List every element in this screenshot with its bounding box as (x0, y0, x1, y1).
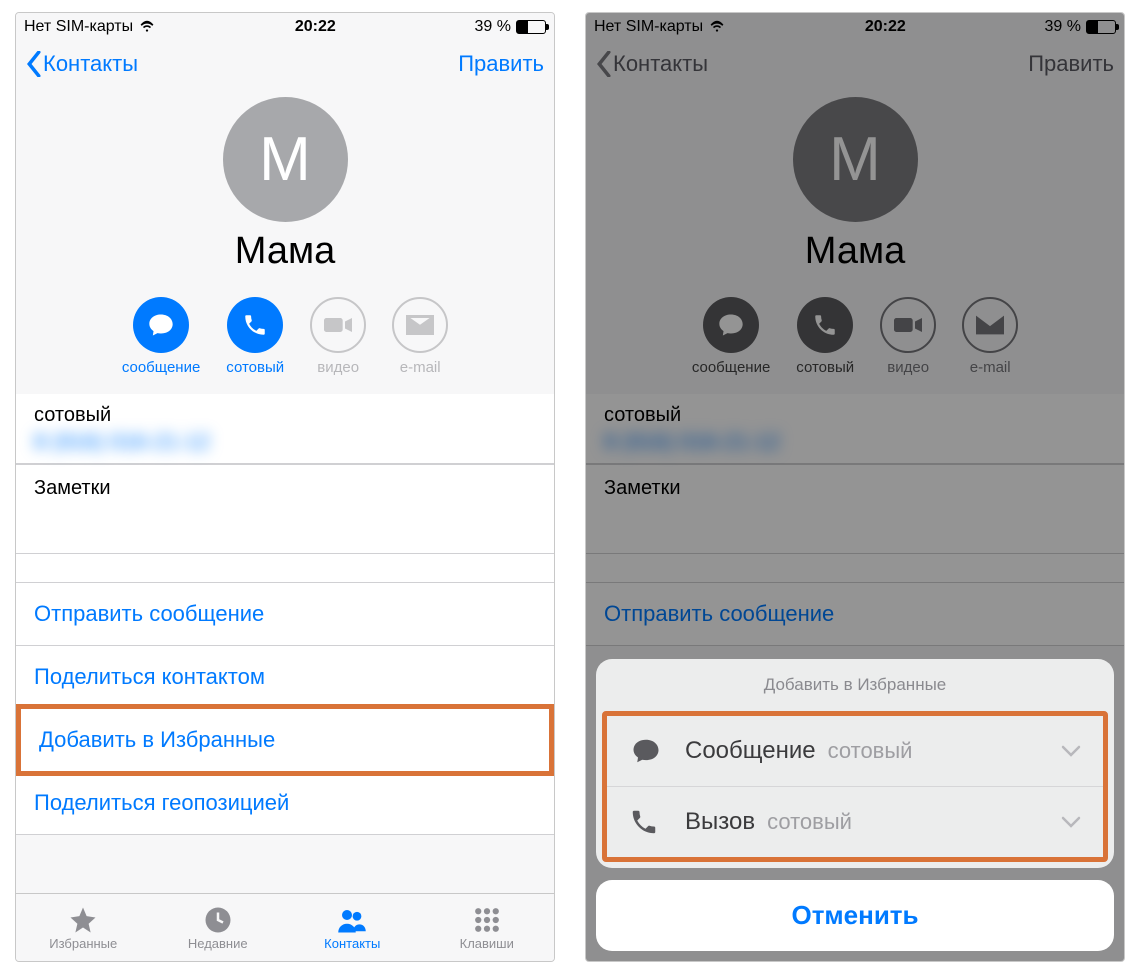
action-message-label: сообщение (122, 359, 200, 376)
message-icon (147, 311, 175, 339)
contacts-icon (337, 905, 367, 935)
contact-name: Мама (16, 230, 554, 273)
highlight-sheet-options: Сообщение сотовый Вызов сотовый (602, 711, 1108, 862)
sheet-call-sub: сотовый (767, 809, 852, 835)
tab-favorites-label: Избранные (49, 936, 117, 951)
message-icon (629, 736, 663, 766)
tab-contacts-label: Контакты (324, 936, 380, 951)
action-message[interactable]: сообщение (122, 297, 200, 376)
tab-keypad[interactable]: Клавиши (420, 894, 555, 961)
action-video[interactable]: видео (310, 297, 366, 376)
notes-label: Заметки (34, 477, 536, 500)
edit-button[interactable]: Править (458, 51, 544, 77)
sheet-panel: Добавить в Избранные Сообщение сотовый В… (596, 659, 1114, 868)
contact-header: М Мама (16, 87, 554, 277)
nav-bar: Контакты Править (16, 41, 554, 87)
tab-keypad-label: Клавиши (460, 936, 514, 951)
status-bar: Нет SIM-карты 20:22 39 % (16, 13, 554, 41)
notes-row[interactable]: Заметки (16, 464, 554, 554)
share-location-link[interactable]: Поделиться геопозицией (16, 771, 554, 835)
battery-percent: 39 % (475, 18, 511, 36)
tab-recents[interactable]: Недавние (151, 894, 286, 961)
action-email-label: e-mail (400, 359, 441, 376)
tab-contacts[interactable]: Контакты (285, 894, 420, 961)
sheet-cancel-button[interactable]: Отменить (596, 880, 1114, 951)
detail-list: сотовый 8 (916) 016-21-12 Заметки Отправ… (16, 394, 554, 835)
chevron-down-icon (1061, 744, 1081, 758)
star-icon (68, 905, 98, 935)
chevron-down-icon (1061, 815, 1081, 829)
sheet-message-label: Сообщение (685, 737, 816, 765)
phone-screenshot-left: Нет SIM-карты 20:22 39 % Контакты Правит… (15, 12, 555, 962)
tab-favorites[interactable]: Избранные (16, 894, 151, 961)
highlight-add-favorite: Добавить в Избранные (16, 704, 554, 776)
action-call[interactable]: сотовый (226, 297, 284, 376)
action-row: сообщение сотовый видео e-mail (16, 277, 554, 394)
battery-icon (516, 20, 546, 34)
phone-label: сотовый (34, 404, 536, 427)
action-email[interactable]: e-mail (392, 297, 448, 376)
add-favorite-link[interactable]: Добавить в Избранные (21, 709, 549, 771)
phone-screenshot-right: Нет SIM-карты 20:22 39 % Контакты Правит… (585, 12, 1125, 962)
share-contact-link[interactable]: Поделиться контактом (16, 646, 554, 709)
video-icon (324, 315, 352, 335)
sheet-message-sub: сотовый (828, 738, 913, 764)
sheet-option-call[interactable]: Вызов сотовый (607, 786, 1103, 857)
wifi-icon (138, 20, 156, 34)
back-button[interactable]: Контакты (26, 51, 138, 77)
sheet-call-label: Вызов (685, 808, 755, 836)
clock-icon (203, 905, 233, 935)
sheet-title: Добавить в Избранные (596, 659, 1114, 711)
phone-icon (242, 312, 268, 338)
phone-row[interactable]: сотовый 8 (916) 016-21-12 (16, 394, 554, 464)
keypad-icon (472, 905, 502, 935)
tab-bar: Избранные Недавние Контакты Клавиши (16, 893, 554, 961)
avatar: М (223, 97, 348, 222)
email-icon (406, 315, 434, 335)
chevron-left-icon (26, 51, 42, 77)
back-label: Контакты (43, 51, 138, 77)
send-message-link[interactable]: Отправить сообщение (16, 582, 554, 646)
action-video-label: видео (317, 359, 359, 376)
tab-recents-label: Недавние (188, 936, 248, 951)
status-time: 20:22 (295, 18, 336, 36)
sim-status: Нет SIM-карты (24, 18, 133, 36)
phone-icon (629, 807, 659, 837)
action-call-label: сотовый (226, 359, 284, 376)
phone-number: 8 (916) 016-21-12 (34, 429, 536, 455)
action-sheet: Добавить в Избранные Сообщение сотовый В… (596, 659, 1114, 951)
sheet-option-message[interactable]: Сообщение сотовый (607, 716, 1103, 786)
